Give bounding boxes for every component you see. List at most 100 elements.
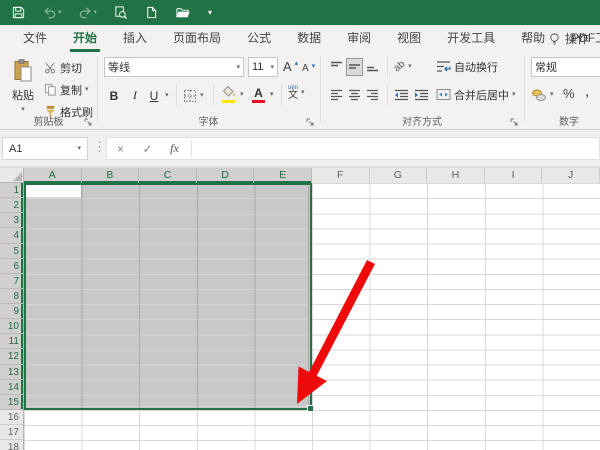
paste-label: 粘贴 (12, 87, 34, 103)
column-header-g[interactable]: G (370, 168, 428, 183)
insert-function-button[interactable]: fx (161, 141, 188, 156)
excel-window: ▾ ▾ ▾ 文件 开始 插入 页面布局 公式 数据 审阅 视图 开发工具 帮助 … (0, 0, 600, 450)
row-header-3[interactable]: 3 (0, 213, 23, 228)
align-bottom-button[interactable] (364, 57, 381, 76)
font-color-button[interactable]: A ▾ (250, 85, 274, 104)
tab-view[interactable]: 视图 (384, 25, 434, 52)
cells-area[interactable] (24, 183, 600, 450)
decrease-indent-icon (394, 89, 409, 101)
column-header-e[interactable]: E (254, 168, 312, 183)
font-size-combobox[interactable]: 11 ▾ (248, 57, 278, 77)
name-box-value: A1 (9, 143, 77, 155)
column-header-c[interactable]: C (139, 168, 197, 183)
tab-review[interactable]: 审阅 (334, 25, 384, 52)
borders-button[interactable]: ▾ (183, 86, 204, 105)
align-bottom-icon (366, 61, 379, 72)
selection-range-a1-e15[interactable] (24, 183, 312, 410)
orientation-button[interactable]: ab ▾ (394, 57, 412, 76)
new-file-icon[interactable] (141, 0, 162, 25)
save-icon[interactable] (8, 0, 29, 25)
row-header-7[interactable]: 7 (0, 274, 23, 289)
tell-me-search[interactable]: 操作 (548, 25, 600, 52)
align-center-button[interactable] (346, 85, 363, 104)
row-header-8[interactable]: 8 (0, 289, 23, 304)
column-header-f[interactable]: F (312, 168, 370, 183)
align-left-button[interactable] (328, 85, 345, 104)
row-header-14[interactable]: 14 (0, 380, 23, 395)
name-box[interactable]: A1 ▾ (2, 137, 88, 160)
alignment-group-label: 对齐方式 (320, 113, 524, 127)
alignment-dialog-launcher-icon[interactable] (510, 115, 518, 129)
row-header-4[interactable]: 4 (0, 228, 23, 243)
align-right-button[interactable] (364, 85, 381, 104)
row-header-12[interactable]: 12 (0, 349, 23, 364)
cancel-button[interactable]: × (107, 142, 134, 156)
row-header-6[interactable]: 6 (0, 259, 23, 274)
merge-center-button[interactable]: 合并后居中 ▾ (436, 85, 516, 104)
align-top-button[interactable] (328, 57, 345, 76)
column-header-i[interactable]: I (485, 168, 543, 183)
redo-icon[interactable]: ▾ (75, 0, 101, 25)
name-box-dropdown-icon: ▾ (77, 145, 81, 152)
bold-button[interactable]: B (106, 86, 122, 105)
clipboard-dialog-launcher-icon[interactable] (84, 115, 92, 129)
row-header-2[interactable]: 2 (0, 198, 23, 213)
column-header-d[interactable]: D (197, 168, 255, 183)
wrap-text-button[interactable]: 自动换行 (436, 57, 498, 76)
decrease-font-size-button[interactable]: A▾ (302, 59, 315, 78)
row-header-5[interactable]: 5 (0, 244, 23, 259)
copy-button[interactable]: 复制 ▾ (44, 80, 89, 99)
row-header-16[interactable]: 16 (0, 410, 23, 425)
italic-button[interactable]: I (127, 86, 143, 105)
percent-style-button[interactable]: % (563, 84, 575, 103)
align-middle-button[interactable] (346, 57, 363, 76)
qat-customize-icon[interactable]: ▾ (204, 0, 215, 25)
cut-label: 剪切 (60, 60, 82, 76)
increase-font-size-button[interactable]: A▴ (283, 57, 298, 76)
tab-home[interactable]: 开始 (60, 25, 110, 52)
select-all-triangle-icon (13, 172, 22, 181)
row-header-13[interactable]: 13 (0, 365, 23, 380)
column-header-b[interactable]: B (82, 168, 140, 183)
enter-button[interactable]: ✓ (134, 142, 161, 156)
active-cell-a1[interactable] (26, 185, 82, 198)
increase-indent-button[interactable] (414, 85, 429, 104)
column-header-a[interactable]: A (24, 168, 82, 183)
tab-file[interactable]: 文件 (10, 25, 60, 52)
row-header-1[interactable]: 1 (0, 183, 23, 198)
tab-developer[interactable]: 开发工具 (434, 25, 508, 52)
underline-button[interactable]: U▾ (146, 86, 169, 105)
undo-icon[interactable]: ▾ (39, 0, 65, 25)
number-format-combobox[interactable]: 常规 (531, 57, 600, 77)
fill-handle[interactable] (307, 405, 314, 412)
font-name-value: 等线 (108, 59, 236, 75)
cut-button[interactable]: 剪切 (44, 58, 82, 77)
tab-formulas[interactable]: 公式 (234, 25, 284, 52)
tab-page-layout[interactable]: 页面布局 (160, 25, 234, 52)
font-name-combobox[interactable]: 等线 ▾ (104, 57, 244, 77)
row-header-15[interactable]: 15 (0, 395, 23, 410)
column-header-h[interactable]: H (427, 168, 485, 183)
phonetic-guide-button[interactable]: uén 文 ▾ (288, 83, 305, 102)
column-header-j[interactable]: J (542, 168, 600, 183)
coins-icon (531, 88, 547, 102)
paint-bucket-icon (221, 86, 236, 98)
row-header-18[interactable]: 18 (0, 440, 23, 450)
fill-color-button[interactable]: ▾ (220, 85, 244, 104)
row-header-11[interactable]: 11 (0, 334, 23, 349)
font-dialog-launcher-icon[interactable] (306, 115, 314, 129)
open-folder-icon[interactable] (172, 0, 194, 25)
tab-data[interactable]: 数据 (284, 25, 334, 52)
row-header-9[interactable]: 9 (0, 304, 23, 319)
print-preview-icon[interactable] (110, 0, 131, 25)
row-header-10[interactable]: 10 (0, 319, 23, 334)
accounting-format-button[interactable]: ▾ (531, 85, 554, 104)
number-format-value: 常规 (535, 59, 600, 75)
paste-button[interactable]: 粘贴 ▾ (6, 56, 40, 114)
borders-icon (183, 89, 197, 103)
comma-style-button[interactable]: , (585, 82, 589, 101)
tab-insert[interactable]: 插入 (110, 25, 160, 52)
decrease-indent-button[interactable] (394, 85, 409, 104)
row-header-17[interactable]: 17 (0, 425, 23, 440)
select-all-button[interactable] (0, 168, 24, 183)
